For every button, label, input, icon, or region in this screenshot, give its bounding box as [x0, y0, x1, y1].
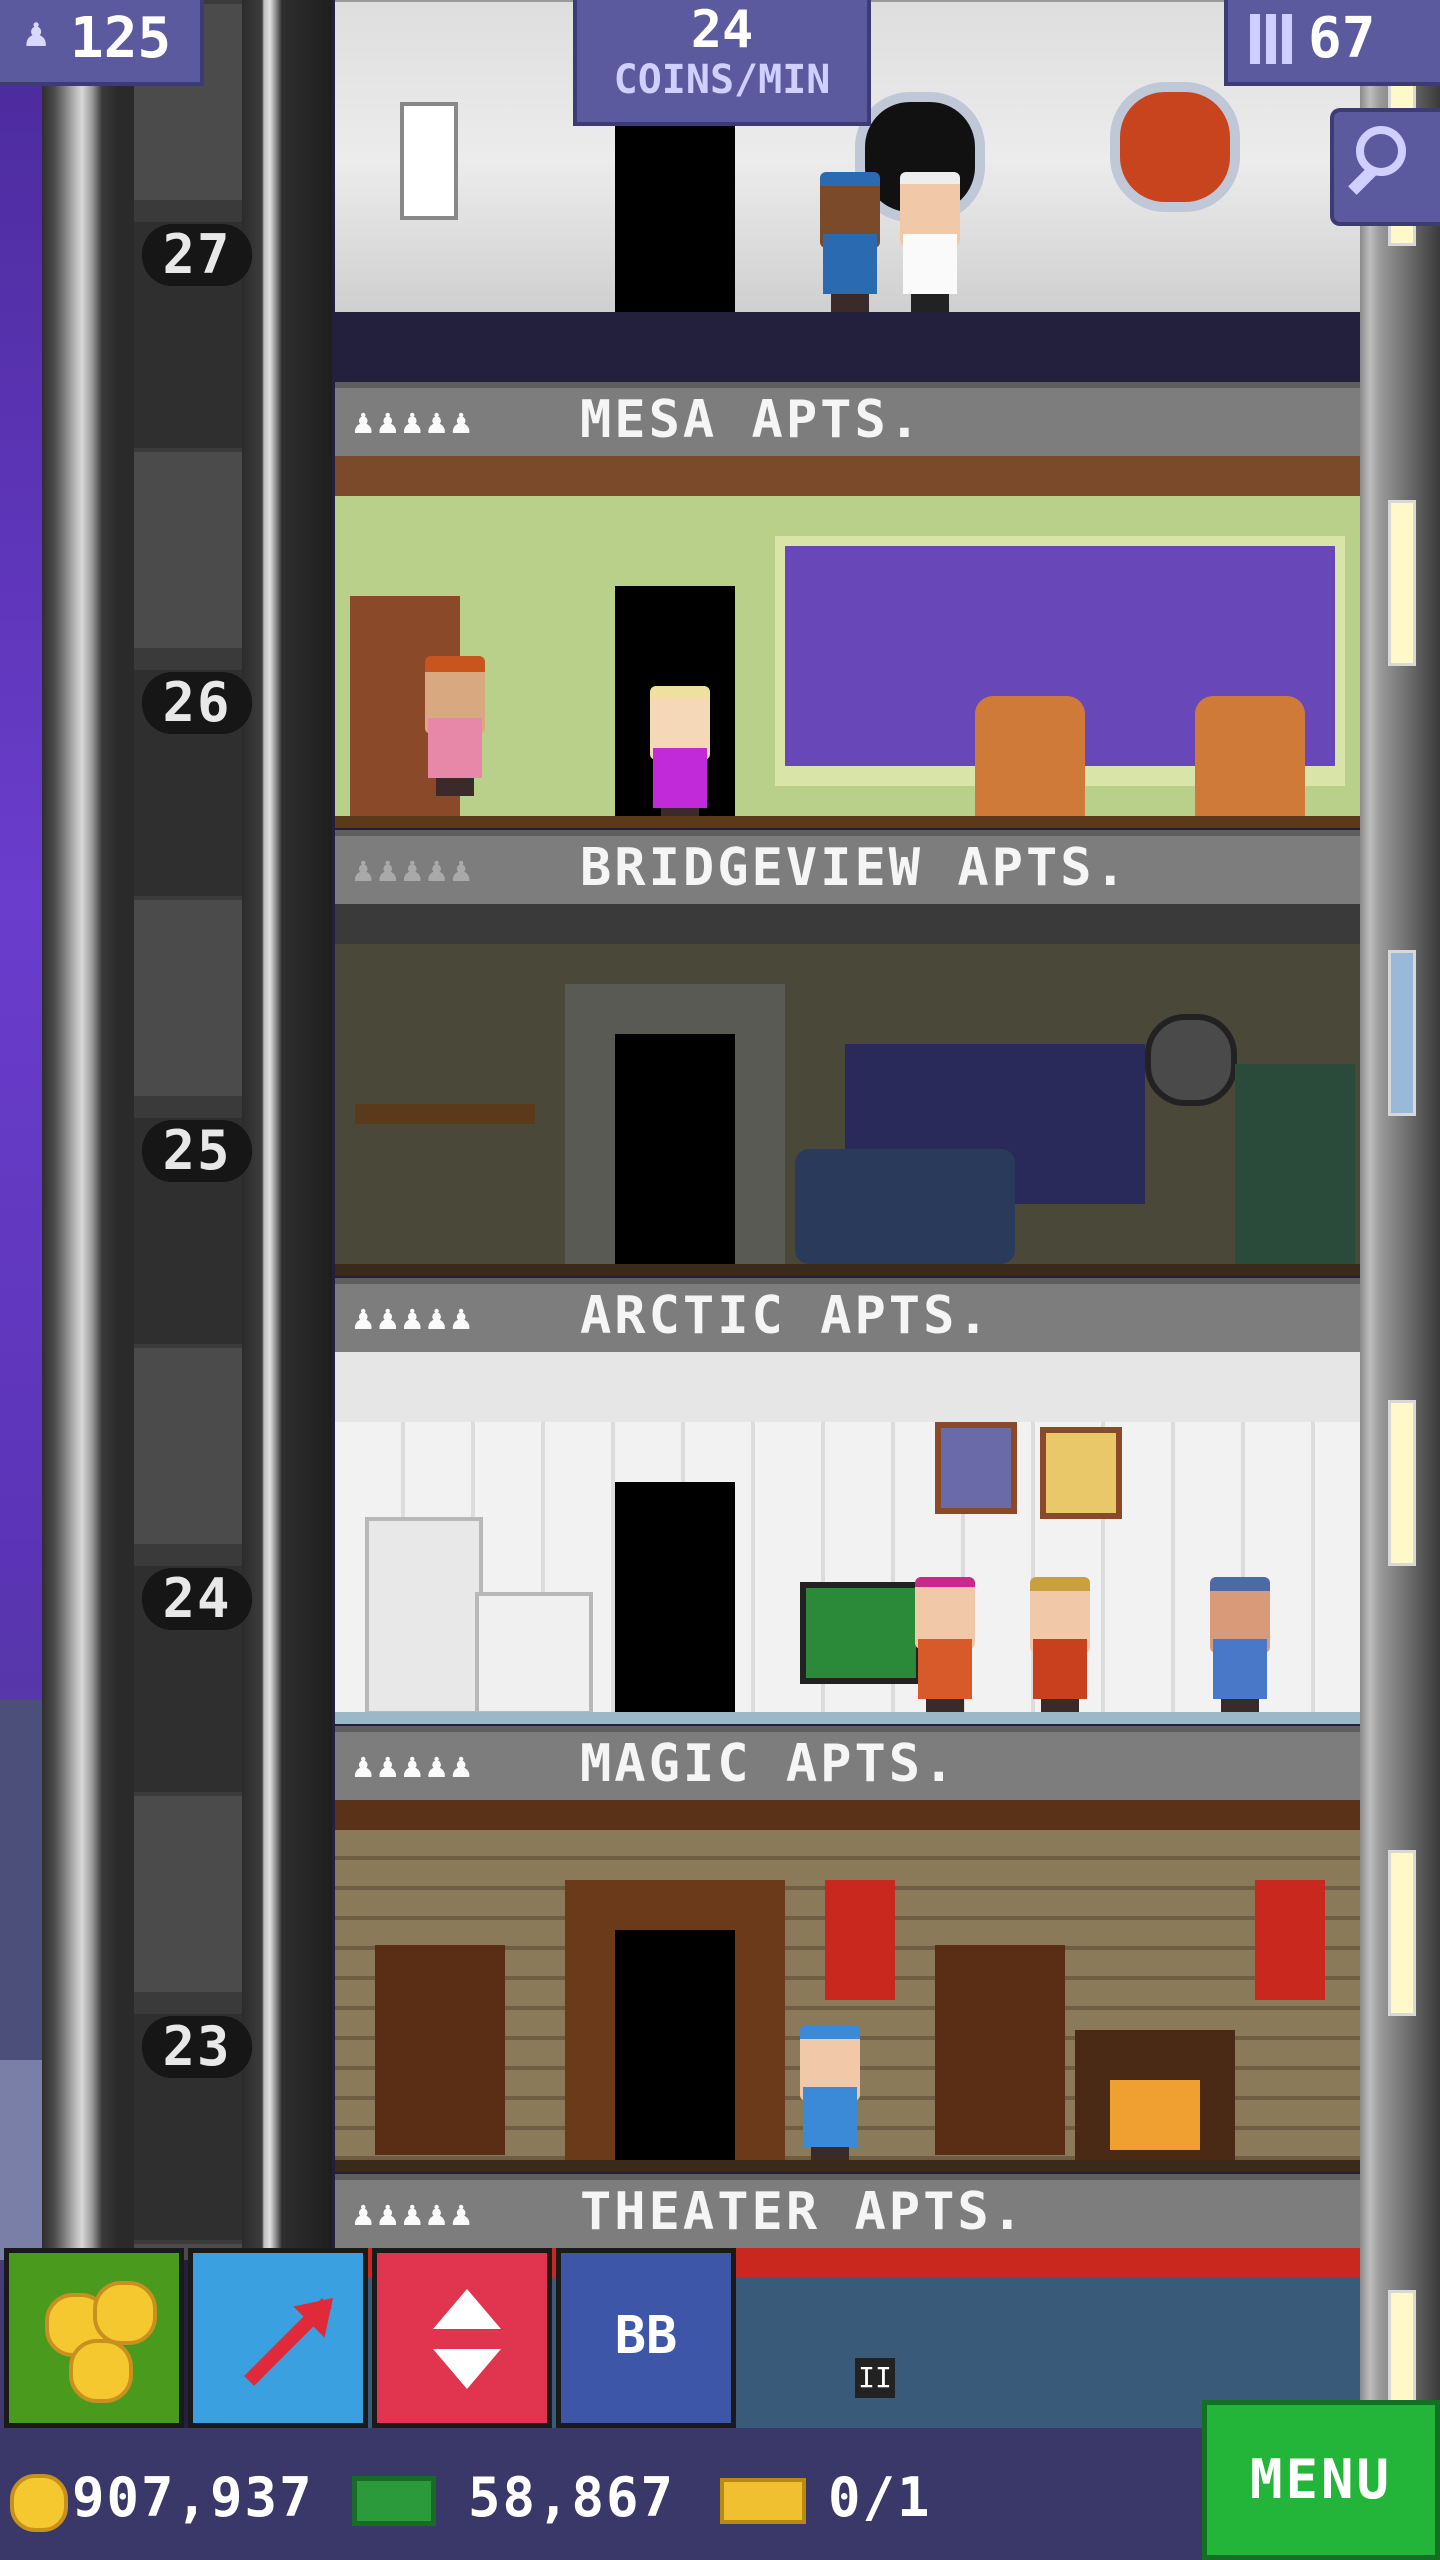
resident-character[interactable]: [1025, 1577, 1095, 1717]
menu-button[interactable]: MENU: [1202, 2400, 1440, 2560]
build-button[interactable]: [188, 2248, 368, 2428]
sky-background: [0, 0, 42, 2560]
room-door[interactable]: [615, 1930, 735, 2160]
sofa-icon: [795, 1149, 1015, 1264]
floor-number-26: 26: [142, 672, 252, 734]
floor-number-24: 24: [142, 1568, 252, 1630]
search-button[interactable]: [1330, 108, 1440, 226]
floors-counter[interactable]: 67: [1224, 0, 1440, 86]
coins-rate-panel: 24 COINS/MIN: [573, 0, 871, 126]
control-panel-icon: [400, 102, 458, 220]
wizard-character[interactable]: [795, 2025, 865, 2165]
lamp-icon: [1388, 950, 1416, 1116]
floor-number-23: 23: [142, 2016, 252, 2078]
resident-character[interactable]: [420, 656, 490, 796]
coins-button[interactable]: [4, 2248, 184, 2428]
floor-number-27: 27: [142, 224, 252, 286]
rating-stars: ♟♟♟♟♟: [353, 402, 476, 442]
lamp-icon: [1388, 1850, 1416, 2016]
coins-amount: 907,937: [72, 2466, 314, 2529]
floor-label-mesa[interactable]: ♟♟♟♟♟ MESA APTS.: [335, 382, 1360, 456]
tv-icon: [800, 1582, 922, 1684]
fireplace-icon: [1075, 2030, 1235, 2160]
floors-value: 67: [1308, 6, 1376, 71]
coins-icon: [69, 2339, 133, 2403]
floor-label-arctic[interactable]: ♟♟♟♟♟ ARCTIC APTS.: [335, 1278, 1360, 1352]
picture-frame-icon: [935, 1422, 1017, 1514]
stove-icon: [475, 1592, 593, 1715]
picture-frame-icon: [1040, 1427, 1122, 1519]
karate-character[interactable]: [895, 172, 965, 312]
resident-character[interactable]: [910, 1577, 980, 1717]
pause-icon[interactable]: II: [855, 2358, 895, 2398]
building-right-wall: [1360, 0, 1440, 2420]
floor-label-bridgeview[interactable]: ♟♟♟♟♟ BRIDGEVIEW APTS.: [335, 830, 1360, 904]
lamp-icon: [1388, 500, 1416, 666]
banner-icon: [1255, 1880, 1325, 2000]
rating-stars: ♟♟♟♟♟: [353, 1298, 476, 1338]
bitbook-button[interactable]: BB: [556, 2248, 736, 2428]
rating-stars: ♟♟♟♟♟: [353, 2194, 476, 2234]
population-counter[interactable]: ♟ 125: [0, 0, 204, 86]
floor-23-magic-room[interactable]: [335, 1800, 1360, 2172]
clock-icon: [1145, 1014, 1237, 1106]
porthole-planet-icon: [1110, 82, 1240, 212]
population-icon: ♟: [24, 10, 49, 56]
floor-number-25: 25: [142, 1120, 252, 1182]
floor-name: ARCTIC APTS.: [580, 1286, 992, 1346]
resident-character[interactable]: [645, 686, 715, 826]
rating-stars: ♟♟♟♟♟: [353, 1746, 476, 1786]
elevator-button[interactable]: [372, 2248, 552, 2428]
floor-label-magic[interactable]: ♟♟♟♟♟ MAGIC APTS.: [335, 1726, 1360, 1800]
population-value: 125: [70, 6, 172, 71]
floor-name: THEATER APTS.: [580, 2182, 1026, 2242]
coins-rate-unit: COINS/MIN: [613, 57, 831, 103]
rating-stars: ♟♟♟♟♟: [353, 850, 476, 890]
banner-icon: [825, 1880, 895, 2000]
room-door[interactable]: [615, 1482, 735, 1712]
bookshelf-icon: [935, 1945, 1065, 2155]
lamp-icon: [1388, 1400, 1416, 1566]
coins-rate-value: 24: [690, 0, 754, 60]
bux-amount: 58,867: [468, 2466, 676, 2529]
lamp-icon: [1388, 2290, 1416, 2416]
building-icon: [1250, 14, 1292, 64]
floor-26-mesa-room[interactable]: [335, 456, 1360, 828]
armchair-icon: [1195, 696, 1305, 816]
table-icon: [355, 1104, 535, 1124]
coin-icon: [10, 2474, 68, 2532]
bookshelf-icon: [375, 1945, 505, 2155]
armchair-icon: [975, 696, 1085, 816]
fridge-icon: [365, 1517, 483, 1715]
floor-name: MAGIC APTS.: [580, 1734, 958, 1794]
floor-name: BRIDGEVIEW APTS.: [580, 838, 1129, 898]
magnifier-icon: [1356, 126, 1406, 176]
fridge-icon: [1235, 1064, 1355, 1264]
resident-character[interactable]: [1205, 1577, 1275, 1717]
floor-25-bridgeview-room[interactable]: [335, 904, 1360, 1276]
floor-name: MESA APTS.: [580, 390, 924, 450]
bux-icon: [352, 2476, 436, 2526]
floor-label-theater[interactable]: ♟♟♟♟♟ THEATER APTS.: [335, 2174, 1360, 2248]
room-door[interactable]: [615, 1034, 735, 1264]
floor-24-arctic-room[interactable]: [335, 1352, 1360, 1724]
captain-character[interactable]: [815, 172, 885, 312]
ticket-icon: [720, 2478, 806, 2524]
tickets-amount: 0/1: [828, 2466, 932, 2529]
elevator-updown-icon: [433, 2289, 501, 2329]
